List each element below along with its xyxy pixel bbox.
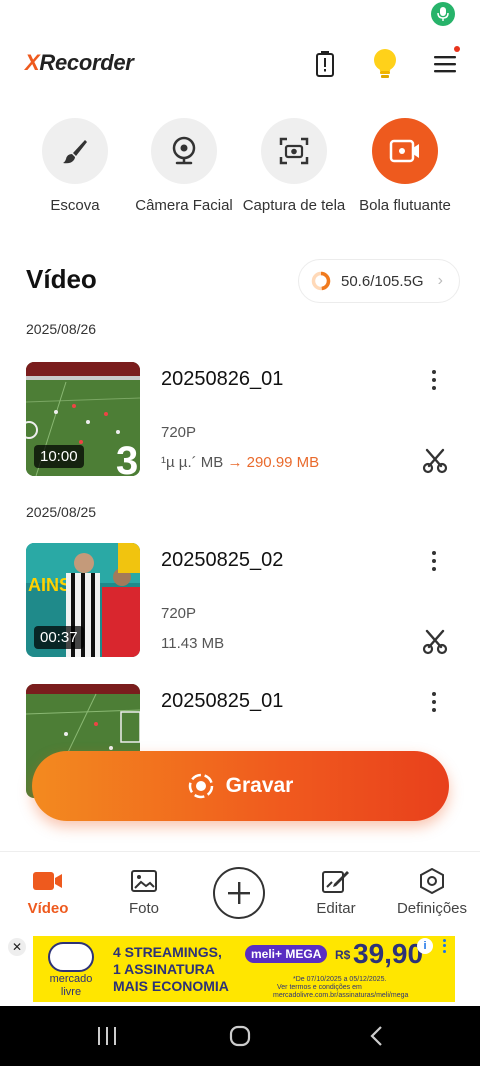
mercado-livre-logo: mercado livre [39, 942, 103, 998]
meli-mega-badge: meli+ MEGA [245, 945, 328, 963]
video-name: 20250825_02 [161, 549, 284, 571]
date-header: 2025/08/25 [26, 504, 97, 520]
video-resolution: 720P [161, 424, 197, 441]
ad-line: MAIS ECONOMIA [113, 978, 229, 994]
brush-icon [42, 118, 108, 184]
record-label: Gravar [225, 774, 294, 797]
ad-info-icon[interactable]: i [417, 938, 433, 954]
tool-brush[interactable]: Escova [15, 118, 135, 216]
record-button[interactable]: Gravar [32, 751, 449, 821]
notification-dot [454, 46, 460, 52]
ad-banner[interactable]: mercado livre 4 STREAMINGS, 1 ASSINATURA… [33, 936, 455, 1002]
video-duration: 10:00 [34, 445, 84, 468]
handshake-icon [48, 942, 94, 972]
more-options-icon[interactable] [426, 549, 442, 573]
video-size-arrow: → [227, 454, 243, 471]
video-size: 11.43 MB [161, 635, 225, 652]
storage-ring-icon [311, 271, 331, 291]
add-button[interactable] [213, 867, 265, 919]
menu-icon[interactable] [429, 46, 461, 80]
video-name: 20250826_01 [161, 368, 284, 390]
storage-text: 50.6/105.5G [341, 272, 424, 290]
battery-alert-icon[interactable] [309, 48, 341, 80]
floating-ball-icon [372, 118, 438, 184]
nav-label: Editar [316, 900, 356, 917]
ad-fine-print: *De 07/10/2025 a 05/12/2025. [293, 976, 387, 983]
tool-face-camera[interactable]: Câmera Facial [124, 118, 244, 216]
chevron-right-icon: › [437, 272, 443, 289]
video-resolution: 720P [161, 605, 197, 622]
home-icon[interactable] [228, 1024, 252, 1048]
screen: XRecorder Escova Câmera Facial Captura d… [0, 0, 480, 1066]
nav-label: Foto [128, 900, 159, 917]
svg-text:AINS: AINS [28, 575, 71, 595]
video-thumbnail[interactable]: 3 10:00 [26, 362, 140, 476]
screenshot-icon [261, 118, 327, 184]
ad-close-button[interactable]: ✕ [8, 938, 26, 956]
video-thumbnail[interactable]: AINS 00:37 [26, 543, 140, 657]
scissors-icon[interactable] [422, 629, 448, 655]
ad-fine-print: Ver termos e condições em [277, 984, 362, 991]
more-options-icon[interactable] [426, 368, 442, 392]
video-name: 20250825_01 [161, 690, 284, 712]
nav-label: Vídeo [27, 900, 69, 917]
lightbulb-icon[interactable] [369, 48, 401, 80]
settings-hexagon-icon [384, 868, 480, 894]
more-options-icon[interactable] [426, 690, 442, 714]
video-size: ¹µ µ.´ MB → 290.99 MB [161, 454, 319, 471]
nav-settings[interactable]: Definições [384, 868, 480, 917]
back-icon[interactable] [366, 1024, 386, 1048]
ad-price: 39,90 [353, 938, 424, 969]
video-size-old: ¹µ µ.´ MB [161, 454, 224, 471]
system-nav-bar [0, 1006, 480, 1066]
tool-label: Captura de tela [242, 197, 346, 214]
tool-label: Bola flutuante [359, 197, 451, 214]
image-cast-icon [96, 868, 192, 894]
tool-screenshot[interactable]: Captura de tela [234, 118, 354, 216]
svg-text:3: 3 [116, 439, 138, 476]
video-size-new: 290.99 MB [246, 454, 320, 471]
nav-photo[interactable]: Foto [96, 868, 192, 917]
ad-fine-print: mercadolivre.com.br/assinaturas/meli/meg… [273, 992, 409, 999]
section-title: Vídeo [26, 264, 97, 294]
storage-indicator[interactable]: 50.6/105.5G › [298, 259, 460, 303]
video-duration: 00:37 [34, 626, 84, 649]
webcam-icon [151, 118, 217, 184]
video-camera-icon [0, 868, 96, 894]
microphone-indicator-icon [431, 2, 455, 26]
nav-video[interactable]: Vídeo [0, 868, 96, 917]
nav-edit[interactable]: Editar [288, 868, 384, 917]
record-icon [188, 773, 213, 799]
video-item[interactable]: AINS 00:37 20250825_02 720P 11.43 MB [26, 543, 456, 657]
ad-line: 1 ASSINATURA [113, 961, 215, 977]
tool-floating-ball[interactable]: Bola flutuante [345, 118, 465, 216]
app-logo: XRecorder [25, 50, 134, 75]
date-header: 2025/08/26 [26, 321, 97, 337]
bottom-nav: Vídeo Foto Editar Definições [0, 851, 480, 931]
edit-icon [288, 868, 384, 894]
tool-label: Câmera Facial [135, 197, 233, 214]
scissors-icon[interactable] [422, 448, 448, 474]
ad-line: 4 STREAMINGS, [113, 944, 222, 960]
video-item[interactable]: 3 10:00 20250826_01 720P ¹µ µ.´ MB → 290… [26, 362, 456, 476]
ad-price-currency: R$ [335, 948, 351, 962]
tool-label: Escova [50, 197, 100, 214]
ad-more-icon[interactable] [439, 938, 449, 954]
recent-apps-icon[interactable] [96, 1024, 118, 1048]
plus-icon [228, 882, 250, 904]
nav-label: Definições [396, 900, 468, 917]
